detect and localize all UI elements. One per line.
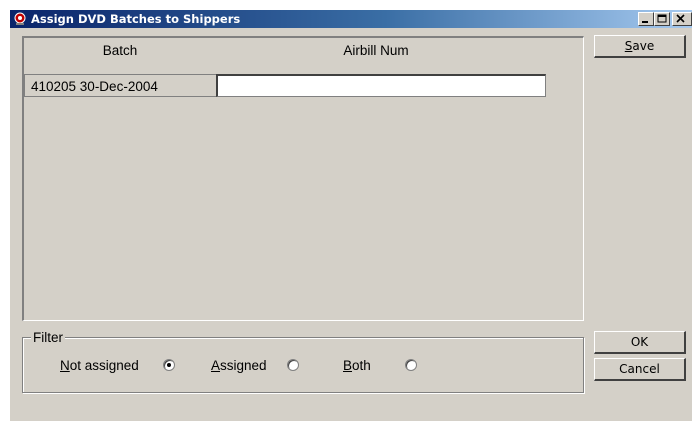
filter-option-both-label[interactable]: Both [343, 357, 371, 375]
filter-legend: Filter [31, 330, 65, 346]
filter-option-not-assigned-label[interactable]: Not assigned [60, 357, 139, 375]
minimize-button[interactable] [638, 12, 654, 26]
cancel-button[interactable]: Cancel [594, 358, 686, 381]
radio-assigned[interactable] [287, 359, 299, 371]
filter-group: Filter Not assigned Assigned Both [22, 330, 584, 393]
close-button[interactable] [672, 12, 692, 26]
window-title: Assign DVD Batches to Shippers [31, 12, 241, 26]
airbill-input[interactable] [216, 74, 546, 97]
radio-selected-dot [167, 363, 171, 367]
column-header-airbill[interactable]: Airbill Num [216, 42, 536, 60]
save-button[interactable]: Save [594, 35, 686, 58]
ok-button[interactable]: OK [594, 331, 686, 354]
save-label: ave [632, 39, 655, 53]
minimize-icon [642, 21, 648, 23]
radio-both[interactable] [405, 359, 417, 371]
maximize-button[interactable] [654, 12, 670, 26]
app-icon [13, 12, 27, 26]
column-header-batch[interactable]: Batch [24, 42, 216, 60]
filter-option-assigned-label[interactable]: Assigned [211, 357, 267, 375]
close-icon [676, 14, 685, 23]
cell-batch[interactable]: 410205 30-Dec-2004 [24, 74, 216, 97]
title-bar[interactable]: Assign DVD Batches to Shippers [10, 10, 692, 28]
batch-grid[interactable]: Batch Airbill Num 410205 30-Dec-2004 [22, 36, 584, 321]
dialog-window: Assign DVD Batches to Shippers Batch Air… [10, 10, 692, 421]
maximize-icon [657, 14, 667, 23]
radio-not-assigned[interactable] [163, 359, 175, 371]
